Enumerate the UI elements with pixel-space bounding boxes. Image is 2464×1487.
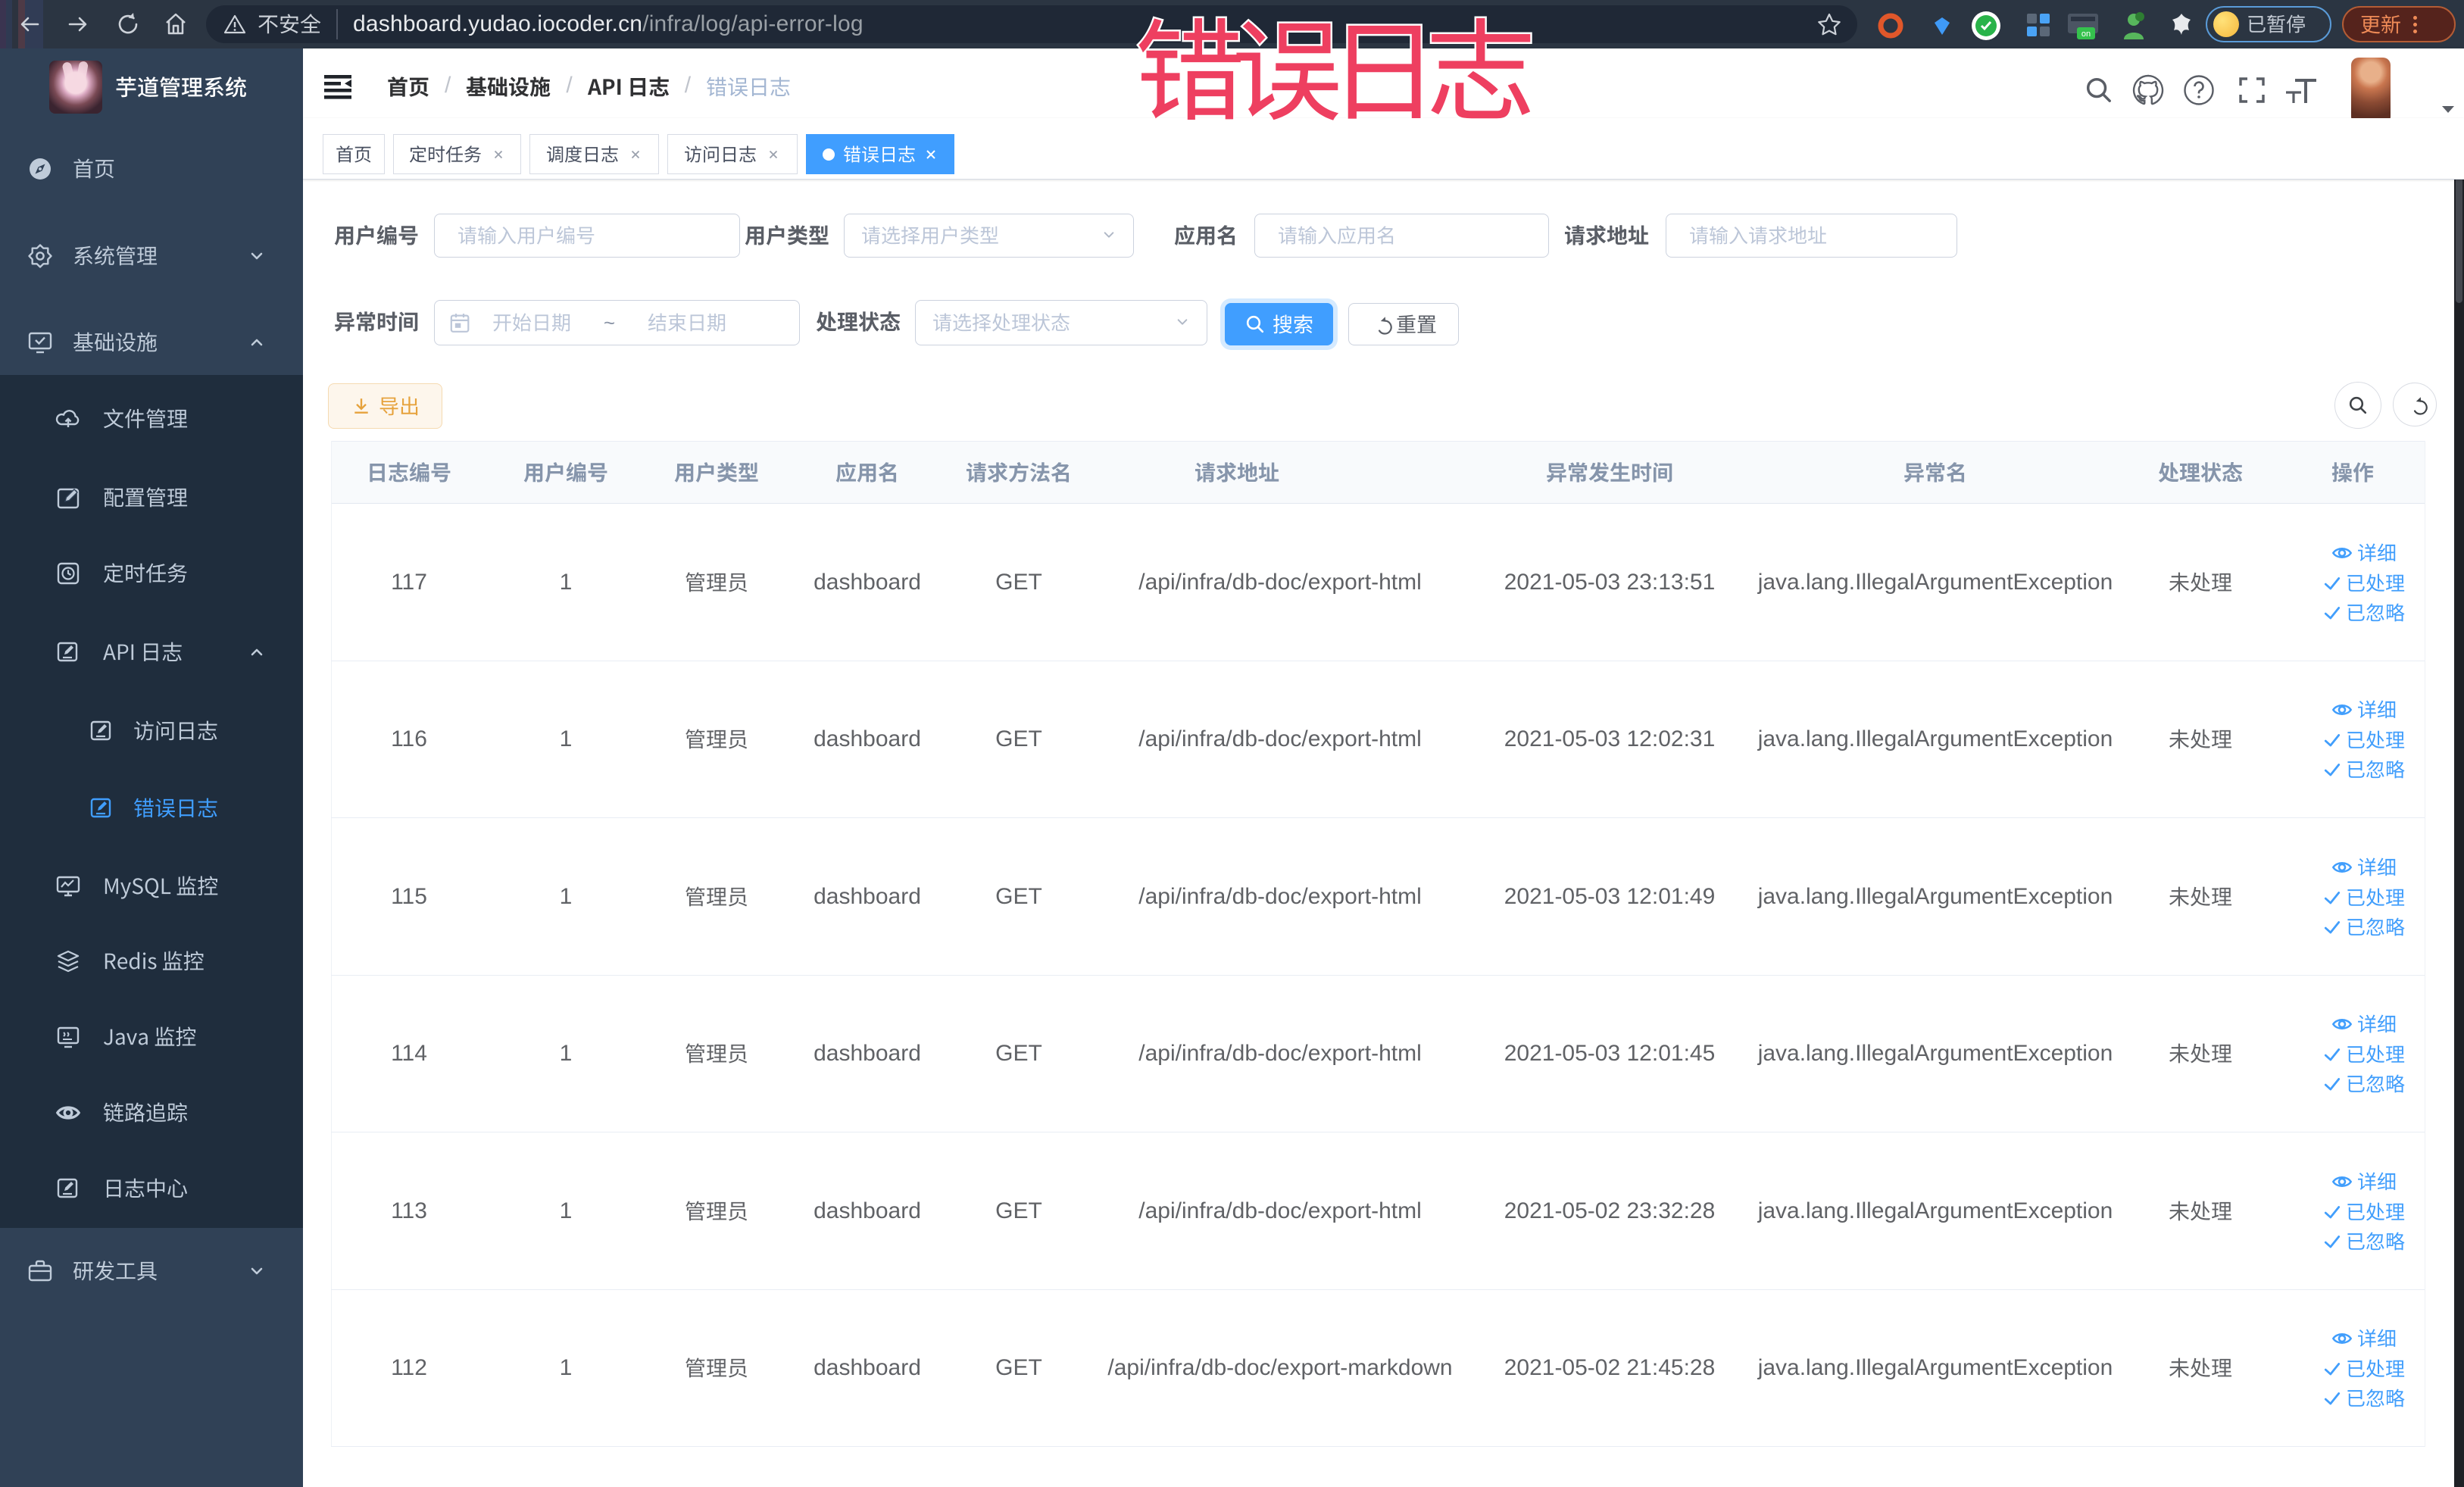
svg-text:on: on bbox=[2081, 30, 2091, 39]
